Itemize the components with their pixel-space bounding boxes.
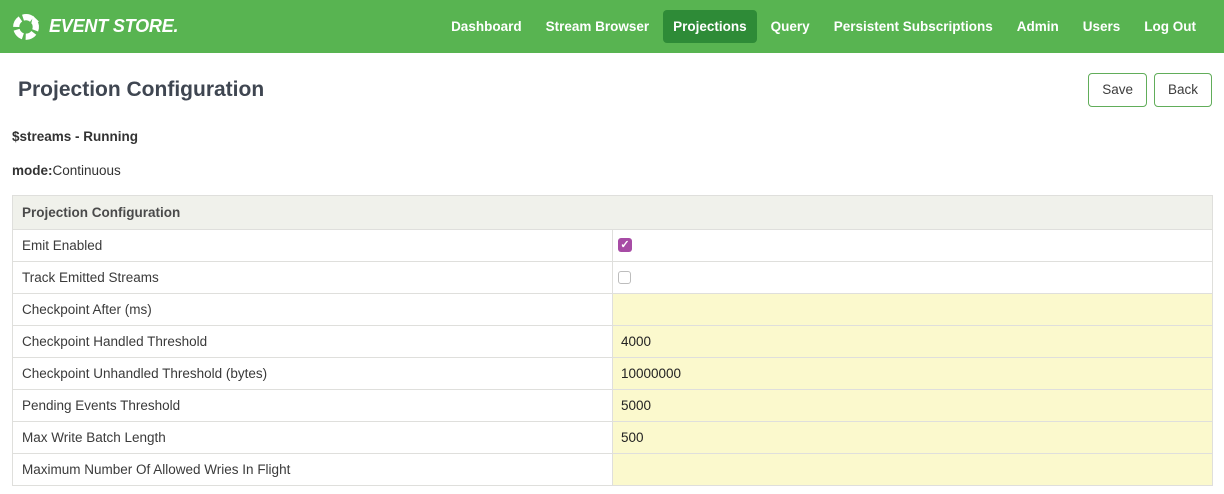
nav-item-stream-browser[interactable]: Stream Browser [536, 10, 660, 43]
track-emitted-streams-checkbox[interactable] [618, 271, 631, 284]
back-button[interactable]: Back [1154, 73, 1212, 107]
projection-configuration-table: Projection Configuration Emit Enabled ✓ Tr… [12, 195, 1213, 486]
maximum-number-of-allowed-wries-in-flight-input[interactable] [613, 454, 1212, 485]
config-row: Max Write Batch Length [13, 422, 1213, 454]
emit-enabled-checkbox[interactable]: ✓ [618, 238, 632, 252]
pending-events-threshold-input[interactable] [613, 390, 1212, 421]
nav-item-persistent-subscriptions[interactable]: Persistent Subscriptions [824, 10, 1003, 43]
track-emitted-streams-label: Track Emitted Streams [13, 262, 613, 294]
checkpoint-after-ms-input[interactable] [613, 294, 1212, 325]
max-write-batch-length-input[interactable] [613, 422, 1212, 453]
page-actions: Save Back [1088, 73, 1212, 107]
config-row: Track Emitted Streams [13, 262, 1213, 294]
nav-item-log-out[interactable]: Log Out [1134, 10, 1206, 43]
mode-value: Continuous [53, 163, 121, 178]
nav-items: DashboardStream BrowserProjectionsQueryP… [441, 10, 1206, 43]
nav-item-query[interactable]: Query [761, 10, 820, 43]
nav-item-dashboard[interactable]: Dashboard [441, 10, 532, 43]
brand-text: EVENT STORE. [49, 16, 178, 37]
checkpoint-handled-threshold-input[interactable] [613, 326, 1212, 357]
table-header: Projection Configuration [13, 196, 1213, 230]
config-row: Pending Events Threshold [13, 390, 1213, 422]
config-row: Emit Enabled ✓ [13, 230, 1213, 262]
config-row: Checkpoint Handled Threshold [13, 326, 1213, 358]
config-row: Checkpoint Unhandled Threshold (bytes) [13, 358, 1213, 390]
top-navbar: EVENT STORE. DashboardStream BrowserProj… [0, 0, 1224, 53]
checkpoint-unhandled-threshold-bytes-input[interactable] [613, 358, 1212, 389]
nav-item-projections[interactable]: Projections [663, 10, 757, 43]
config-row: Maximum Number Of Allowed Wries In Fligh… [13, 454, 1213, 486]
config-row: Checkpoint After (ms) [13, 294, 1213, 326]
checkpoint-after-ms-label: Checkpoint After (ms) [13, 294, 613, 326]
nav-item-admin[interactable]: Admin [1007, 10, 1069, 43]
mode-label: mode: [12, 163, 53, 178]
maximum-number-of-allowed-wries-in-flight-label: Maximum Number Of Allowed Wries In Fligh… [13, 454, 613, 486]
event-store-logo-icon [10, 11, 42, 43]
checkpoint-handled-threshold-label: Checkpoint Handled Threshold [13, 326, 613, 358]
emit-enabled-label: Emit Enabled [13, 230, 613, 262]
page-title: Projection Configuration [18, 78, 264, 102]
event-store-logo[interactable]: EVENT STORE. [10, 11, 178, 43]
checkpoint-unhandled-threshold-bytes-label: Checkpoint Unhandled Threshold (bytes) [13, 358, 613, 390]
pending-events-threshold-label: Pending Events Threshold [13, 390, 613, 422]
projection-status: $streams - Running [12, 129, 1212, 144]
save-button[interactable]: Save [1088, 73, 1147, 107]
max-write-batch-length-label: Max Write Batch Length [13, 422, 613, 454]
projection-mode: mode:Continuous [12, 163, 1212, 178]
nav-item-users[interactable]: Users [1073, 10, 1131, 43]
page-header: Projection Configuration Save Back [12, 72, 1212, 108]
page-content: Projection Configuration Save Back $stre… [0, 72, 1224, 486]
